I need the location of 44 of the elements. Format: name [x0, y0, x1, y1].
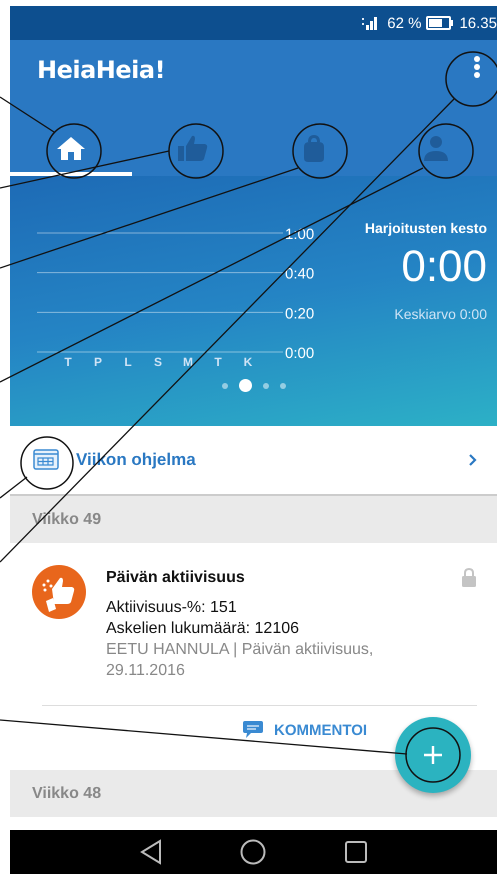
day-label: K [244, 355, 252, 369]
comment-button[interactable]: KOMMENTOI [242, 720, 368, 740]
day-label: L [124, 355, 132, 369]
callout-circle [418, 123, 474, 179]
clock: 16.35 [459, 14, 497, 32]
axis-label: 0:00 [285, 345, 314, 362]
page-dot[interactable] [262, 382, 268, 388]
back-icon[interactable] [138, 839, 163, 865]
day-label: M [183, 355, 193, 369]
battery-percent: 62 % [387, 14, 422, 32]
thumbs-up-icon [32, 565, 86, 619]
activity-detail: Askelien lukumäärä: 12106 [106, 619, 300, 639]
calendar-icon [33, 449, 59, 471]
day-label: T [64, 355, 72, 369]
callout-circle [168, 123, 224, 179]
callout-circle [292, 123, 348, 179]
stat-title: Harjoitusten kesto [364, 220, 487, 236]
activity-meta: EETU HANNULA | Päivän aktiivisuus, 29.11.2016 [106, 640, 374, 681]
battery-icon [426, 16, 454, 30]
recents-icon[interactable] [344, 840, 368, 864]
home-icon [56, 135, 86, 161]
page-dot[interactable] [222, 382, 228, 388]
activity-title: Päivän aktiivisuus [106, 569, 246, 587]
day-label: P [94, 355, 102, 369]
day-label: T [214, 355, 222, 369]
day-label: S [154, 355, 162, 369]
stat-average: Keskiarvo 0:00 [394, 306, 487, 322]
stat-value: 0:00 [401, 242, 487, 292]
comment-icon [242, 720, 264, 740]
callout-circle [405, 727, 461, 783]
axis-label: 0:40 [285, 266, 314, 283]
page-dot[interactable] [280, 382, 286, 388]
app-logo: HeiaHeia! [37, 56, 166, 84]
home-icon[interactable] [240, 839, 266, 865]
plus-icon [423, 745, 443, 765]
activity-detail: Aktiivisuus-%: 151 [106, 598, 238, 618]
week-header: Viikko 48 [10, 770, 497, 817]
thumbs-up-icon [176, 133, 210, 163]
page-dot[interactable] [238, 379, 252, 392]
person-icon [422, 134, 450, 162]
axis-label: 0:20 [285, 305, 314, 322]
callout-circle [46, 123, 102, 179]
callout-circle [20, 436, 74, 490]
chevron-icon [468, 453, 477, 467]
